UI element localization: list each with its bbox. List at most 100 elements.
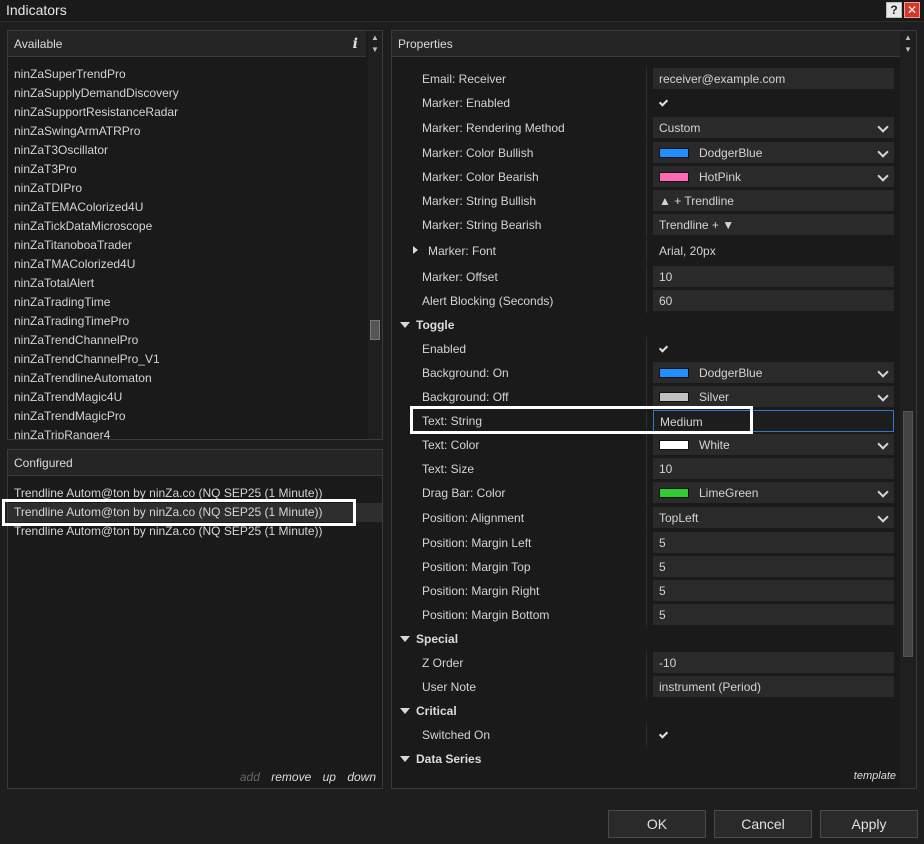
remove-link[interactable]: remove: [271, 770, 311, 784]
available-item[interactable]: ninZaTrendMagicPro: [8, 407, 368, 426]
chevron-down-icon[interactable]: [878, 166, 888, 188]
available-panel: Available i ninZaSuperTrendPro ninZaSuppl…: [7, 30, 383, 440]
property-label: Drag Bar: Color: [422, 486, 506, 500]
scroll-thumb[interactable]: [903, 411, 913, 657]
text-input[interactable]: instrument (Period): [653, 676, 894, 698]
column-divider: [646, 603, 647, 627]
available-item[interactable]: ninZaTripRanger4: [8, 426, 368, 439]
property-row-marker-rendering: Marker: Rendering Method Custom: [392, 116, 894, 140]
text-input[interactable]: Trendline + ▼: [653, 214, 894, 236]
collapse-arrow-icon[interactable]: [400, 322, 410, 328]
available-item[interactable]: ninZaTEMAColorized4U: [8, 198, 368, 217]
property-label: Text: Color: [422, 438, 480, 452]
color-swatch: [659, 147, 689, 158]
text-input[interactable]: 5: [653, 532, 894, 554]
property-row-bg-on: Background: On DodgerBlue: [392, 361, 894, 385]
property-row-marker-string-bullish: Marker: String Bullish ▲ + Trendline: [392, 189, 894, 213]
apply-button[interactable]: Apply: [820, 810, 918, 838]
property-row-cat-data-series[interactable]: Data Series: [392, 747, 888, 771]
dropdown-select[interactable]: TopLeft: [653, 507, 894, 529]
available-item[interactable]: ninZaSupplyDemandDiscovery: [8, 84, 368, 103]
chevron-down-icon[interactable]: [878, 386, 888, 408]
chevron-down-icon[interactable]: [878, 142, 888, 164]
collapse-arrow-icon[interactable]: [400, 708, 410, 714]
add-link[interactable]: add: [240, 770, 260, 784]
available-item[interactable]: ninZaT3Oscillator: [8, 141, 368, 160]
color-select[interactable]: Silver: [653, 386, 894, 408]
text-input[interactable]: -10: [653, 652, 894, 674]
available-item[interactable]: ninZaTMAColorized4U: [8, 255, 368, 274]
available-item[interactable]: ninZaT3Pro: [8, 160, 368, 179]
scroll-thumb[interactable]: [370, 320, 380, 340]
property-row-cat-special[interactable]: Special: [392, 627, 888, 651]
dropdown-select[interactable]: Custom: [653, 117, 894, 139]
checkmark-icon: [659, 98, 668, 107]
dropdown-value: Custom: [659, 121, 701, 135]
collapse-arrow-icon[interactable]: [400, 636, 410, 642]
close-icon[interactable]: ✕: [904, 2, 920, 18]
scroll-up-icon[interactable]: ▲: [902, 33, 914, 43]
property-label: Background: On: [422, 366, 509, 380]
text-input[interactable]: ▲ + Trendline: [653, 190, 894, 212]
available-item[interactable]: ninZaTrendMagic4U: [8, 388, 368, 407]
available-item[interactable]: ninZaTDIPro: [8, 179, 368, 198]
text-input[interactable]: 5: [653, 580, 894, 602]
column-divider: [646, 213, 647, 237]
available-item[interactable]: ninZaSupportResistanceRadar: [8, 103, 368, 122]
up-link[interactable]: up: [323, 770, 336, 784]
available-item[interactable]: ninZaTrendlineAutomaton: [8, 369, 368, 388]
property-label: Marker: Rendering Method: [422, 121, 565, 135]
checkbox[interactable]: [653, 338, 894, 360]
help-icon[interactable]: ?: [886, 2, 902, 18]
column-divider: [646, 141, 647, 165]
property-label: Z Order: [422, 656, 464, 670]
available-item[interactable]: ninZaTitanoboaTrader: [8, 236, 368, 255]
scroll-down-icon[interactable]: ▼: [902, 45, 914, 55]
chevron-down-icon[interactable]: [878, 362, 888, 384]
property-row-toggle-enabled: Enabled: [392, 337, 894, 361]
chevron-down-icon[interactable]: [878, 507, 888, 529]
text-input[interactable]: receiver@example.com: [653, 68, 894, 90]
column-divider: [646, 67, 647, 91]
text-input[interactable]: 5: [653, 604, 894, 626]
text-input[interactable]: 10: [653, 266, 894, 288]
scroll-down-icon[interactable]: ▼: [369, 45, 381, 55]
color-select[interactable]: LimeGreen: [653, 482, 894, 504]
property-row-marker-font[interactable]: Marker: Font Arial, 20px: [392, 239, 894, 263]
available-item[interactable]: ninZaTrendChannelPro_V1: [8, 350, 368, 369]
template-link[interactable]: template: [854, 770, 896, 782]
properties-scrollbar[interactable]: ▲ ▼: [900, 31, 916, 788]
available-scrollbar[interactable]: ▲ ▼: [368, 31, 382, 439]
scroll-up-icon[interactable]: ▲: [369, 33, 381, 43]
down-link[interactable]: down: [347, 770, 376, 784]
available-item[interactable]: ninZaSwingArmATRPro: [8, 122, 368, 141]
available-item[interactable]: ninZaTradingTime: [8, 293, 368, 312]
expand-arrow-icon[interactable]: [413, 246, 418, 254]
chevron-down-icon[interactable]: [878, 434, 888, 456]
available-item[interactable]: ninZaTickDataMicroscope: [8, 217, 368, 236]
column-divider: [646, 337, 647, 361]
available-item[interactable]: ninZaSuperTrendPro: [8, 65, 368, 84]
checkbox[interactable]: [653, 92, 894, 114]
info-icon[interactable]: i: [353, 31, 358, 57]
text-input[interactable]: 60: [653, 290, 894, 312]
font-value[interactable]: Arial, 20px: [653, 240, 894, 262]
color-select[interactable]: HotPink: [653, 166, 894, 188]
property-label: Marker: Font: [428, 244, 497, 258]
chevron-down-icon[interactable]: [878, 117, 888, 139]
property-row-cat-toggle[interactable]: Toggle: [392, 313, 888, 337]
text-input[interactable]: 10: [653, 458, 894, 480]
chevron-down-icon[interactable]: [878, 482, 888, 504]
checkbox[interactable]: [653, 724, 894, 746]
available-item[interactable]: ninZaTrendChannelPro: [8, 331, 368, 350]
collapse-arrow-icon[interactable]: [400, 756, 410, 762]
available-item[interactable]: ninZaTradingTimePro: [8, 312, 368, 331]
color-select[interactable]: DodgerBlue: [653, 142, 894, 164]
color-select[interactable]: DodgerBlue: [653, 362, 894, 384]
property-row-cat-critical[interactable]: Critical: [392, 699, 888, 723]
cancel-button[interactable]: Cancel: [714, 810, 812, 838]
available-item[interactable]: ninZaTotalAlert: [8, 274, 368, 293]
text-input[interactable]: 5: [653, 556, 894, 578]
ok-button[interactable]: OK: [608, 810, 706, 838]
color-select[interactable]: White: [653, 434, 894, 456]
